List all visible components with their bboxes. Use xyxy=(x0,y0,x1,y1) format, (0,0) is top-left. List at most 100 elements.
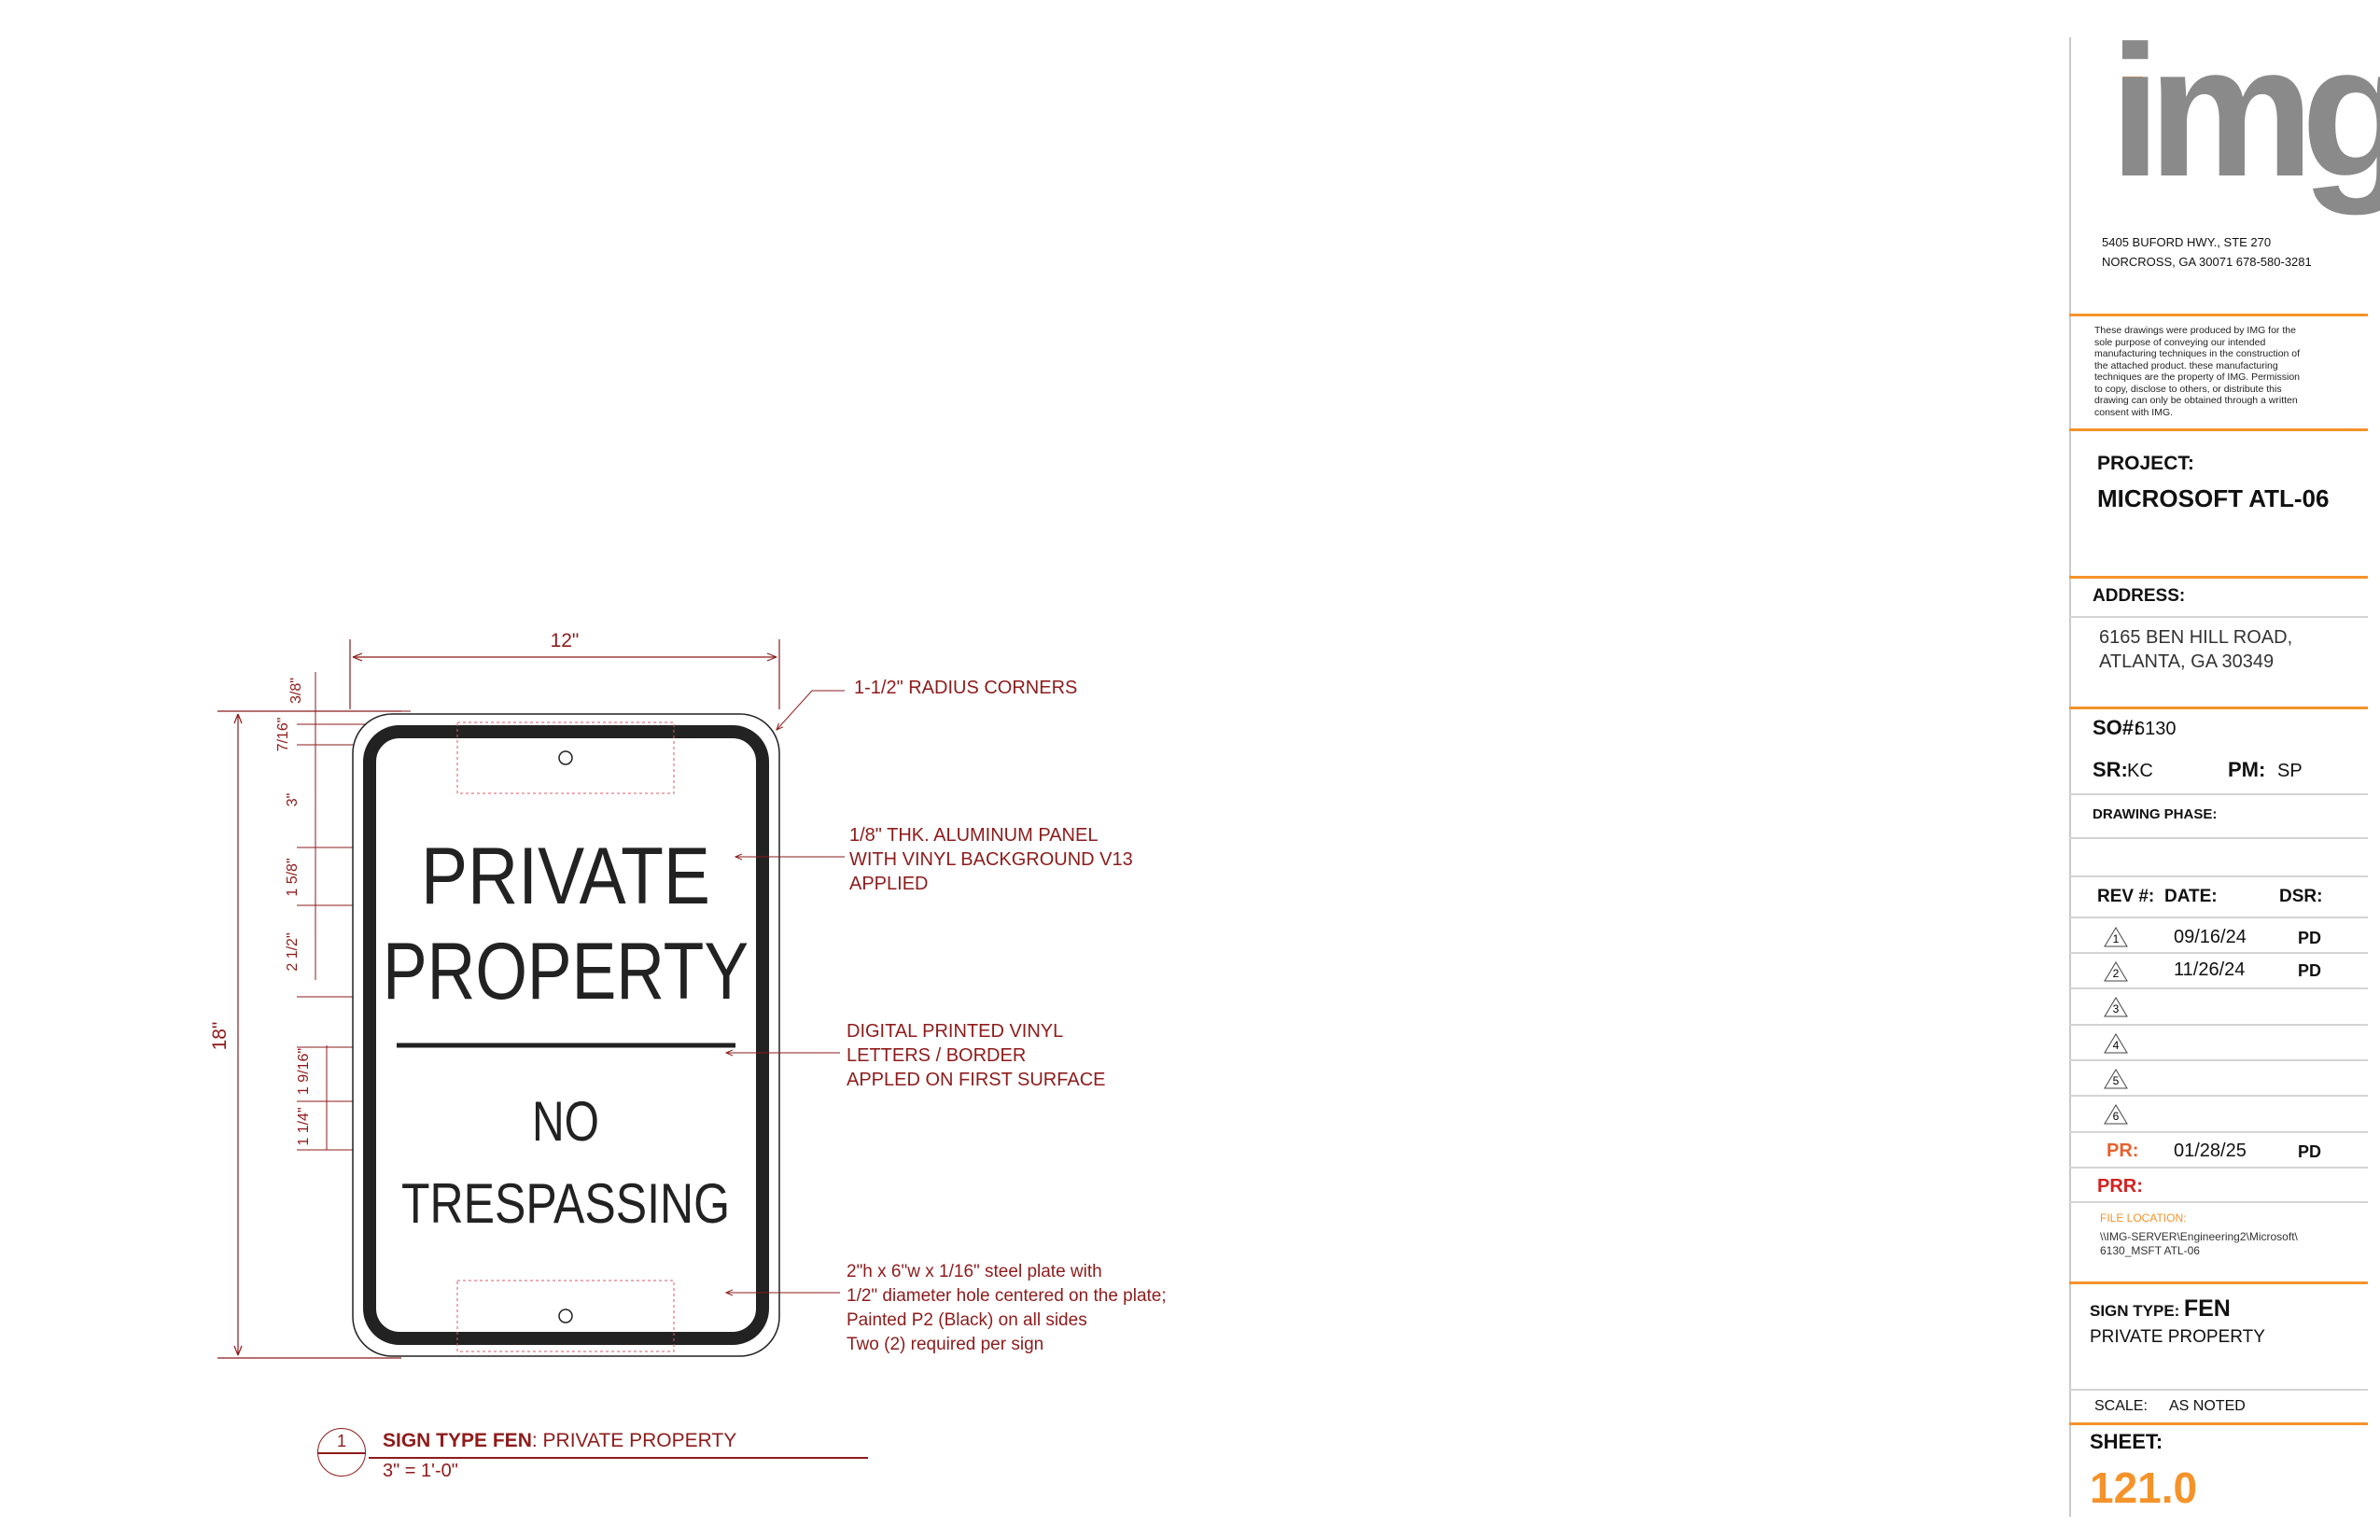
pm-label: PM: xyxy=(2228,758,2266,781)
revision-row: 5 xyxy=(2069,1061,2368,1096)
so-label: SO#: xyxy=(2093,716,2141,739)
file-location-label: FILE LOCATION: xyxy=(2100,1211,2187,1225)
callout-panel-line: WITH VINYL BACKGROUND V13 xyxy=(849,849,1133,870)
detail-title-bold: SIGN TYPE FEN xyxy=(383,1430,532,1451)
divider xyxy=(2069,576,2368,579)
divider xyxy=(2069,1201,2368,1203)
pr-label: PR: xyxy=(2107,1141,2139,1161)
company-address-1: 5405 BUFORD HWY., STE 270 xyxy=(2102,235,2272,249)
divider xyxy=(2069,1281,2368,1284)
title-block-border xyxy=(2069,37,2071,1517)
divider xyxy=(2069,837,2368,839)
project-name: MICROSOFT ATL-06 xyxy=(2097,484,2330,512)
detail-circle-divider xyxy=(317,1452,366,1454)
drawing-phase-label: DRAWING PHASE: xyxy=(2093,806,2218,822)
revision-row: 1 09/16/24 PD xyxy=(2069,919,2368,954)
pm-value: SP xyxy=(2277,761,2303,781)
file-path-2: 6130_MSFT ATL-06 xyxy=(2100,1244,2200,1257)
triangle-icon: 4 xyxy=(2104,1033,2128,1054)
callout-plate-line: 1/2" diameter hole centered on the plate… xyxy=(847,1286,1167,1306)
sign-text-property: PROPERTY xyxy=(383,927,749,1016)
sign-text-no: NO xyxy=(532,1090,599,1153)
project-label: PROJECT: xyxy=(2097,453,2194,474)
triangle-icon: 2 xyxy=(2104,961,2128,982)
revision-row: 3 xyxy=(2069,989,2368,1024)
site-address-1: 6165 BEN HILL ROAD, xyxy=(2099,627,2293,648)
svg-text:7/16": 7/16" xyxy=(275,718,291,752)
sr-value: KC xyxy=(2127,761,2153,781)
disclaimer: These drawings were produced by IMG for … xyxy=(2094,325,2346,418)
svg-text:1 5/8": 1 5/8" xyxy=(285,858,301,896)
divider xyxy=(2069,1167,2368,1169)
detail-tag: 1 SIGN TYPE FEN: PRIVATE PROPERTY 3" = 1… xyxy=(317,1428,868,1489)
disclaimer-line: manufacturing techniques in the construc… xyxy=(2094,348,2301,359)
sign-type-label: SIGN TYPE: xyxy=(2090,1302,2180,1320)
revision-date: 11/26/24 xyxy=(2174,959,2246,980)
pr-date: 01/28/25 xyxy=(2174,1141,2247,1161)
callout-vinyl: DIGITAL PRINTED VINYL LETTERS / BORDER A… xyxy=(847,1019,1105,1092)
disclaimer-line: the attached product. these manufacturin… xyxy=(2094,359,2278,371)
dsr-header: DSR: xyxy=(2279,887,2323,906)
revision-number: 2 xyxy=(2112,967,2120,980)
disclaimer-line: These drawings were produced by IMG for … xyxy=(2094,325,2296,336)
revision-number: 4 xyxy=(2112,1039,2120,1052)
detail-scale: 3" = 1'-0" xyxy=(383,1461,458,1481)
img-logo: img xyxy=(2102,19,2380,233)
triangle-icon: 3 xyxy=(2104,997,2128,1017)
revision-row: 6 xyxy=(2069,1097,2368,1131)
prr-label: PRR: xyxy=(2097,1176,2143,1197)
callout-plate: 2"h x 6"w x 1/16" steel plate with 1/2" … xyxy=(847,1260,1167,1357)
rev-header: REV #: xyxy=(2097,887,2155,906)
divider xyxy=(2069,707,2368,709)
callout-vinyl-line: LETTERS / BORDER xyxy=(847,1045,1027,1066)
triangle-icon: 1 xyxy=(2104,927,2128,947)
disclaimer-line: sole purpose of conveying our intended xyxy=(2094,336,2266,348)
disclaimer-line: consent with IMG. xyxy=(2094,406,2174,418)
callout-plate-line: Painted P2 (Black) on all sides xyxy=(847,1310,1087,1330)
revision-number: 6 xyxy=(2112,1110,2120,1123)
width-dim-label: 12" xyxy=(551,630,580,651)
sign-text-private: PRIVATE xyxy=(421,832,710,921)
site-address-2: ATLANTA, GA 30349 xyxy=(2099,651,2275,672)
detail-number: 1 xyxy=(336,1432,346,1450)
sign-type: SIGN TYPE: FEN xyxy=(2090,1295,2231,1323)
stacked-dim-labels: 3/8" 7/16" 3" 1 5/8" 2 1/2" 1 9/16" 1 1/… xyxy=(275,678,312,1146)
divider xyxy=(2069,1422,2368,1425)
revision-dsr: PD xyxy=(2298,929,2322,947)
triangle-icon: 6 xyxy=(2104,1104,2128,1125)
divider xyxy=(2069,428,2368,431)
revision-date: 09/16/24 xyxy=(2174,927,2247,947)
svg-text:1 9/16": 1 9/16" xyxy=(296,1048,312,1095)
sheet-label: SHEET: xyxy=(2090,1430,2163,1453)
svg-text:3/8": 3/8" xyxy=(288,678,304,704)
detail-title: SIGN TYPE FEN: PRIVATE PROPERTY xyxy=(383,1430,736,1452)
divider xyxy=(2069,314,2368,316)
divider xyxy=(2069,793,2368,795)
callout-plate-line: 2"h x 6"w x 1/16" steel plate with xyxy=(847,1262,1102,1281)
revision-number: 1 xyxy=(2112,932,2120,945)
triangle-icon: 5 xyxy=(2104,1069,2128,1089)
callout-vinyl-line: APPLED ON FIRST SURFACE xyxy=(847,1070,1106,1090)
logo-text: img xyxy=(2109,7,2380,216)
divider xyxy=(2069,616,2368,618)
revision-number: 5 xyxy=(2112,1074,2120,1087)
revision-row: 2 11/26/24 PD xyxy=(2069,954,2368,988)
sign-text-trespassing: TRESPASSING xyxy=(401,1172,730,1235)
callout-panel-line: 1/8" THK. ALUMINUM PANEL xyxy=(849,825,1099,846)
disclaimer-line: drawing can only be obtained through a w… xyxy=(2094,395,2298,406)
sign-panel xyxy=(352,713,780,1357)
callout-radius: 1-1/2" RADIUS CORNERS xyxy=(854,678,1078,698)
title-block: img 5405 BUFORD HWY., STE 270 NORCROSS, … xyxy=(2069,19,2380,1517)
callout-plate-line: Two (2) required per sign xyxy=(847,1335,1044,1354)
svg-text:2 1/2": 2 1/2" xyxy=(285,932,301,971)
revision-row: 4 xyxy=(2069,1026,2368,1060)
revision-number: 3 xyxy=(2112,1002,2120,1015)
sheet-number: 121.0 xyxy=(2090,1463,2198,1512)
revision-dsr: PD xyxy=(2298,961,2322,980)
callout-panel: 1/8" THK. ALUMINUM PANEL WITH VINYL BACK… xyxy=(849,823,1133,896)
detail-title-rest: : PRIVATE PROPERTY xyxy=(531,1430,737,1451)
disclaimer-line: techniques are the property of IMG. Perm… xyxy=(2094,371,2301,383)
svg-text:1 1/4": 1 1/4" xyxy=(296,1107,312,1145)
scale-label: SCALE: xyxy=(2094,1398,2148,1414)
divider xyxy=(2069,1389,2368,1391)
